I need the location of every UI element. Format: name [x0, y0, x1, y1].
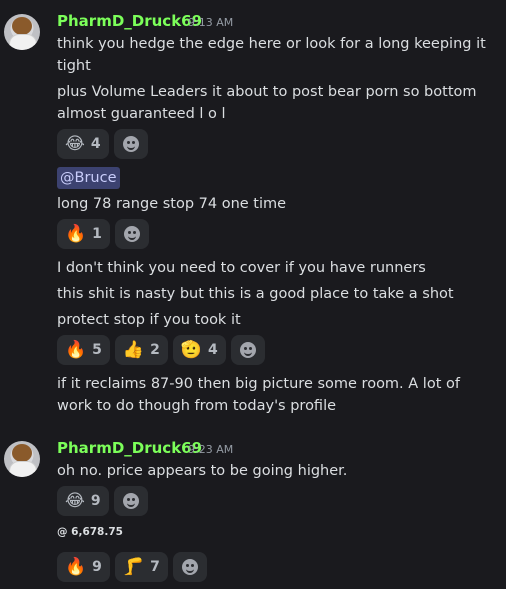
reaction-joy[interactable]: 😂 4: [57, 129, 109, 159]
message-text: protect stop if you took it: [57, 312, 241, 328]
reaction-bar: 🔥 1: [57, 219, 149, 249]
thumbs-up-emoji-icon: 👍: [122, 339, 145, 360]
reaction-bar: 🔥 9 🦵 7: [57, 552, 207, 582]
smiley-icon: [123, 226, 140, 242]
message-text: I don't think you need to cover if you h…: [57, 260, 426, 276]
reaction-fire[interactable]: 🔥 5: [57, 335, 110, 365]
reaction-bar: 😂 9: [57, 486, 148, 516]
leg-emoji-icon: 🦵: [122, 556, 145, 577]
message-text: almost guaranteed l o l: [57, 106, 226, 122]
reaction-bar: 🔥 5 👍 2 🫡 4: [57, 335, 265, 365]
message-text: this shit is nasty but this is a good pl…: [57, 286, 454, 302]
reaction-count: 5: [92, 342, 102, 358]
fire-emoji-icon: 🔥: [65, 223, 87, 244]
smiley-icon: [239, 342, 256, 358]
add-reaction-button[interactable]: [113, 129, 148, 159]
fire-emoji-icon: 🔥: [65, 339, 87, 360]
reaction-salute[interactable]: 🫡 4: [172, 335, 226, 365]
reaction-count: 4: [90, 136, 101, 152]
reaction-bar: 😂 4: [57, 129, 148, 159]
add-reaction-button[interactable]: [230, 335, 265, 365]
message-text: long 78 range stop 74 one time: [57, 196, 287, 212]
smiley-icon: [122, 493, 139, 509]
username[interactable]: PharmD_Druck69: [57, 439, 202, 457]
message-text: if it reclaims 87-90 then big picture so…: [57, 376, 460, 392]
reaction-count: 9: [90, 493, 101, 509]
reaction-leg[interactable]: 🦵 7: [114, 552, 168, 582]
reaction-count: 2: [150, 342, 160, 358]
username[interactable]: PharmD_Druck69: [57, 12, 202, 30]
message-text: tight: [57, 58, 91, 74]
joy-emoji-icon: 😂: [65, 133, 85, 154]
message-text: plus Volume Leaders it about to post bea…: [57, 84, 477, 100]
user-mention[interactable]: @Bruce: [57, 167, 120, 189]
fire-emoji-icon: 🔥: [65, 556, 87, 577]
joy-emoji-icon: 😂: [65, 490, 85, 511]
reaction-fire[interactable]: 🔥 1: [57, 219, 110, 249]
message-text: think you hedge the edge here or look fo…: [57, 36, 486, 52]
add-reaction-button[interactable]: [113, 486, 148, 516]
reaction-count: 4: [208, 342, 218, 358]
message-timestamp: 9:23 AM: [188, 443, 234, 456]
reaction-thumbs-up[interactable]: 👍 2: [114, 335, 168, 365]
reaction-fire[interactable]: 🔥 9: [57, 552, 110, 582]
smiley-icon: [181, 559, 198, 575]
reaction-joy[interactable]: 😂 9: [57, 486, 109, 516]
message-timestamp: 9:13 AM: [188, 16, 234, 29]
user-avatar[interactable]: [4, 14, 40, 50]
reaction-count: 7: [150, 559, 160, 575]
salute-emoji-icon: 🫡: [180, 339, 203, 360]
reaction-count: 1: [92, 226, 102, 242]
message-text: work to do though from today's profile: [57, 398, 337, 414]
message-text: oh no. price appears to be going higher.: [57, 463, 348, 479]
add-reaction-button[interactable]: [114, 219, 149, 249]
user-avatar[interactable]: [4, 441, 40, 477]
add-reaction-button[interactable]: [172, 552, 207, 582]
smiley-icon: [122, 136, 139, 152]
price-note: @ 6,678.75: [57, 526, 123, 538]
reaction-count: 9: [92, 559, 102, 575]
